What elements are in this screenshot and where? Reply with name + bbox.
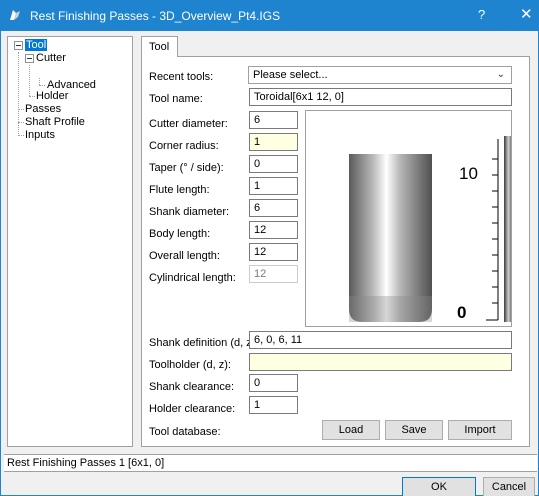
- tool-name-field[interactable]: Toroidal[6x1 12, 0]: [249, 88, 512, 106]
- tree-connector: [18, 52, 19, 136]
- cutter-diameter-field[interactable]: 6: [249, 111, 298, 129]
- shank-clearance-field[interactable]: 0: [249, 374, 298, 392]
- tree-item-holder[interactable]: Holder: [36, 90, 68, 102]
- tree-connector: [29, 96, 35, 97]
- tree-item-cutter[interactable]: Cutter: [36, 52, 66, 64]
- taper-field[interactable]: 0: [249, 155, 298, 173]
- holder-edge: [504, 136, 511, 322]
- load-button[interactable]: Load: [322, 420, 380, 440]
- cutter-diameter-label: Cutter diameter:: [149, 118, 228, 130]
- shank-definition-label: Shank definition (d, z):: [149, 337, 259, 349]
- corner-radius-field[interactable]: 1: [249, 133, 298, 151]
- body-length-label: Body length:: [149, 228, 211, 240]
- shank-definition-field[interactable]: 6, 0, 6, 11: [249, 331, 512, 349]
- ruler: [486, 139, 499, 321]
- title-bar: Rest Finishing Passes - 3D_Overview_Pt4.…: [0, 0, 539, 31]
- toolholder-label: Toolholder (d, z):: [149, 359, 231, 371]
- cutter-shape: [349, 154, 432, 322]
- cylindrical-length-label: Cylindrical length:: [149, 272, 236, 284]
- tool-preview: 10 0: [305, 110, 512, 327]
- import-button[interactable]: Import: [448, 420, 512, 440]
- tree-connector: [18, 122, 24, 123]
- tab-tool[interactable]: Tool: [141, 36, 178, 57]
- window-title: Rest Finishing Passes - 3D_Overview_Pt4.…: [30, 9, 281, 23]
- chevron-down-icon: ⌄: [496, 69, 505, 80]
- tree-item-inputs[interactable]: Inputs: [25, 129, 55, 141]
- settings-tree[interactable]: Tool Cutter Advanced Holder Passes Shaft…: [7, 36, 133, 447]
- flute-length-field[interactable]: 1: [249, 177, 298, 195]
- cylindrical-length-field: 12: [249, 265, 298, 283]
- help-button[interactable]: ?: [478, 7, 485, 22]
- tree-connector: [18, 109, 24, 110]
- save-button[interactable]: Save: [385, 420, 443, 440]
- recent-tools-value: Please select...: [253, 69, 328, 81]
- holder-clearance-label: Holder clearance:: [149, 403, 236, 415]
- taper-label: Taper (° / side):: [149, 162, 224, 174]
- tree-item-tool[interactable]: Tool: [25, 39, 48, 51]
- tree-item-passes[interactable]: Passes: [25, 103, 61, 115]
- close-button[interactable]: ✕: [520, 5, 533, 23]
- tree-connector: [29, 65, 30, 96]
- holder-clearance-field[interactable]: 1: [249, 396, 298, 414]
- shank-clearance-label: Shank clearance:: [149, 381, 234, 393]
- status-bar: Rest Finishing Passes 1 [6x1, 0]: [4, 454, 537, 472]
- tree-connector: [18, 135, 24, 136]
- flute-length-label: Flute length:: [149, 184, 210, 196]
- tool-name-label: Tool name:: [149, 93, 203, 105]
- cancel-button[interactable]: Cancel: [483, 477, 535, 496]
- collapse-icon[interactable]: [14, 41, 23, 50]
- overall-length-label: Overall length:: [149, 250, 220, 262]
- recent-tools-label: Recent tools:: [149, 71, 214, 83]
- tree-connector: [39, 78, 40, 85]
- body-length-field[interactable]: 12: [249, 221, 298, 239]
- ruler-label-top: 10: [459, 164, 478, 183]
- ok-button[interactable]: OK: [402, 477, 476, 496]
- tool-preview-drawing: 10 0: [349, 136, 511, 322]
- tree-item-shaft-profile[interactable]: Shaft Profile: [25, 116, 85, 128]
- toolholder-field[interactable]: [249, 353, 512, 371]
- tool-database-label: Tool database:: [149, 426, 221, 438]
- tree-connector: [39, 85, 45, 86]
- shank-diameter-field[interactable]: 6: [249, 199, 298, 217]
- ruler-label-bottom: 0: [457, 303, 466, 322]
- status-text: Rest Finishing Passes 1 [6x1, 0]: [7, 457, 165, 469]
- collapse-icon[interactable]: [25, 54, 34, 63]
- app-icon: [10, 10, 20, 20]
- recent-tools-select[interactable]: Please select... ⌄: [248, 66, 512, 84]
- corner-radius-label: Corner radius:: [149, 140, 219, 152]
- overall-length-field[interactable]: 12: [249, 243, 298, 261]
- shank-diameter-label: Shank diameter:: [149, 206, 230, 218]
